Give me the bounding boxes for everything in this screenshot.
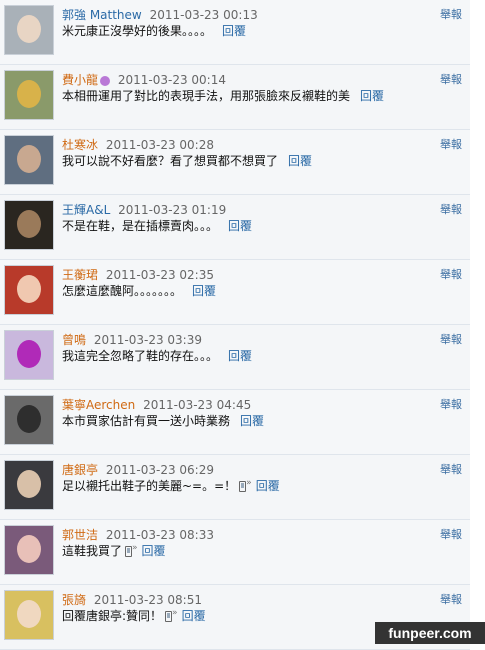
reply-link[interactable]: 回覆 bbox=[288, 154, 312, 168]
report-link[interactable]: 舉報 bbox=[440, 71, 462, 87]
reply-link[interactable]: 回覆 bbox=[228, 219, 252, 233]
comment-item: 杜寒冰 2011-03-23 00:28 舉報 我可以說不好看麼？看了想買都不想… bbox=[0, 130, 470, 195]
report-link[interactable]: 舉報 bbox=[440, 331, 462, 347]
reply-link[interactable]: 回覆 bbox=[192, 284, 216, 298]
signal-icon: » bbox=[132, 543, 138, 553]
comment-item: 王輝A&L 2011-03-23 01:19 舉報 不是在鞋，是在插標賣肉。。。… bbox=[0, 195, 470, 260]
comment-text: 我可以說不好看麼？看了想買都不想買了 bbox=[62, 154, 279, 168]
comment-author[interactable]: 葉寧Aerchen bbox=[62, 398, 135, 412]
report-link[interactable]: 舉報 bbox=[440, 266, 462, 282]
report-link[interactable]: 舉報 bbox=[440, 6, 462, 22]
comment-time: 2011-03-23 00:14 bbox=[117, 73, 226, 87]
comment-text: 怎麼這麼醜阿。。。。。。。 bbox=[62, 284, 183, 298]
avatar[interactable] bbox=[4, 135, 54, 185]
mobile-phone-icon bbox=[165, 611, 173, 622]
site-watermark: funpeer.com bbox=[375, 622, 485, 644]
avatar[interactable] bbox=[4, 265, 54, 315]
comment-text: 本市買家估計有買一送小時業務 bbox=[62, 414, 231, 428]
comment-author[interactable]: 郭強 Matthew bbox=[62, 8, 142, 22]
signal-icon: » bbox=[246, 478, 252, 488]
reply-link[interactable]: 回覆 bbox=[228, 349, 252, 363]
comment-item: 唐銀亭 2011-03-23 06:29 舉報 足以襯托出鞋子的美麗~=。=！ »… bbox=[0, 455, 470, 520]
comment-author[interactable]: 張旖 bbox=[62, 593, 86, 607]
avatar[interactable] bbox=[4, 200, 54, 250]
comment-time: 2011-03-23 01:19 bbox=[118, 203, 227, 217]
comment-text: 足以襯托出鞋子的美麗~=。=！ bbox=[62, 479, 237, 493]
report-link[interactable]: 舉報 bbox=[440, 201, 462, 217]
comment-text: 回覆唐銀亭:贊同！ bbox=[62, 609, 163, 623]
avatar[interactable] bbox=[4, 5, 54, 55]
report-link[interactable]: 舉報 bbox=[440, 136, 462, 152]
avatar[interactable] bbox=[4, 525, 54, 575]
comment-time: 2011-03-23 06:29 bbox=[105, 463, 214, 477]
reply-link[interactable]: 回覆 bbox=[182, 609, 206, 623]
avatar[interactable] bbox=[4, 70, 54, 120]
comment-item: 費小龍 2011-03-23 00:14 舉報 本相冊運用了對比的表現手法，用那… bbox=[0, 65, 470, 130]
comment-author[interactable]: 費小龍 bbox=[62, 73, 98, 87]
comment-text: 本相冊運用了對比的表現手法，用那張臉來反襯鞋的美 bbox=[62, 89, 351, 103]
signal-icon: » bbox=[172, 608, 178, 618]
comment-text: 這鞋我買了 bbox=[62, 544, 123, 558]
comment-author[interactable]: 唐銀亭 bbox=[62, 463, 98, 477]
reply-link[interactable]: 回覆 bbox=[240, 414, 264, 428]
comment-time: 2011-03-23 04:45 bbox=[143, 398, 252, 412]
comment-item: 葉寧Aerchen 2011-03-23 04:45 舉報 本市買家估計有買一送… bbox=[0, 390, 470, 455]
comment-time: 2011-03-23 00:28 bbox=[105, 138, 214, 152]
reply-link[interactable]: 回覆 bbox=[222, 24, 246, 38]
comment-author[interactable]: 曾鳴 bbox=[62, 333, 86, 347]
comment-item: 郭強 Matthew 2011-03-23 00:13 舉報 米元康正沒學好的後… bbox=[0, 0, 470, 65]
report-link[interactable]: 舉報 bbox=[440, 591, 462, 607]
comment-author[interactable]: 郭世洁 bbox=[62, 528, 98, 542]
reply-link[interactable]: 回覆 bbox=[360, 89, 384, 103]
comment-time: 2011-03-23 08:51 bbox=[93, 593, 202, 607]
avatar[interactable] bbox=[4, 330, 54, 380]
reply-link[interactable]: 回覆 bbox=[142, 544, 166, 558]
comment-time: 2011-03-23 03:39 bbox=[93, 333, 202, 347]
avatar[interactable] bbox=[4, 395, 54, 445]
avatar[interactable] bbox=[4, 590, 54, 640]
avatar[interactable] bbox=[4, 460, 54, 510]
vip-badge-icon bbox=[100, 75, 111, 86]
report-link[interactable]: 舉報 bbox=[440, 396, 462, 412]
comment-text: 米元康正沒學好的後果。。。。 bbox=[62, 24, 213, 38]
mobile-phone-icon bbox=[125, 546, 133, 557]
comment-item: 郭世洁 2011-03-23 08:33 舉報 這鞋我買了 » 回覆 bbox=[0, 520, 470, 585]
reply-link[interactable]: 回覆 bbox=[256, 479, 280, 493]
comment-text: 我這完全忽略了鞋的存在。。。 bbox=[62, 349, 219, 363]
comment-author[interactable]: 王蘅珺 bbox=[62, 268, 98, 282]
comment-item: 王蘅珺 2011-03-23 02:35 舉報 怎麼這麼醜阿。。。。。。。 回覆 bbox=[0, 260, 470, 325]
report-link[interactable]: 舉報 bbox=[440, 461, 462, 477]
comment-text: 不是在鞋，是在插標賣肉。。。 bbox=[62, 219, 219, 233]
comment-time: 2011-03-23 08:33 bbox=[105, 528, 214, 542]
comment-item: 曾鳴 2011-03-23 03:39 舉報 我這完全忽略了鞋的存在。。。 回覆 bbox=[0, 325, 470, 390]
comment-list: 郭強 Matthew 2011-03-23 00:13 舉報 米元康正沒學好的後… bbox=[0, 0, 470, 650]
comment-time: 2011-03-23 02:35 bbox=[105, 268, 214, 282]
report-link[interactable]: 舉報 bbox=[440, 526, 462, 542]
mobile-phone-icon bbox=[239, 481, 247, 492]
comment-author[interactable]: 杜寒冰 bbox=[62, 138, 98, 152]
comment-author[interactable]: 王輝A&L bbox=[62, 203, 110, 217]
comment-time: 2011-03-23 00:13 bbox=[149, 8, 258, 22]
